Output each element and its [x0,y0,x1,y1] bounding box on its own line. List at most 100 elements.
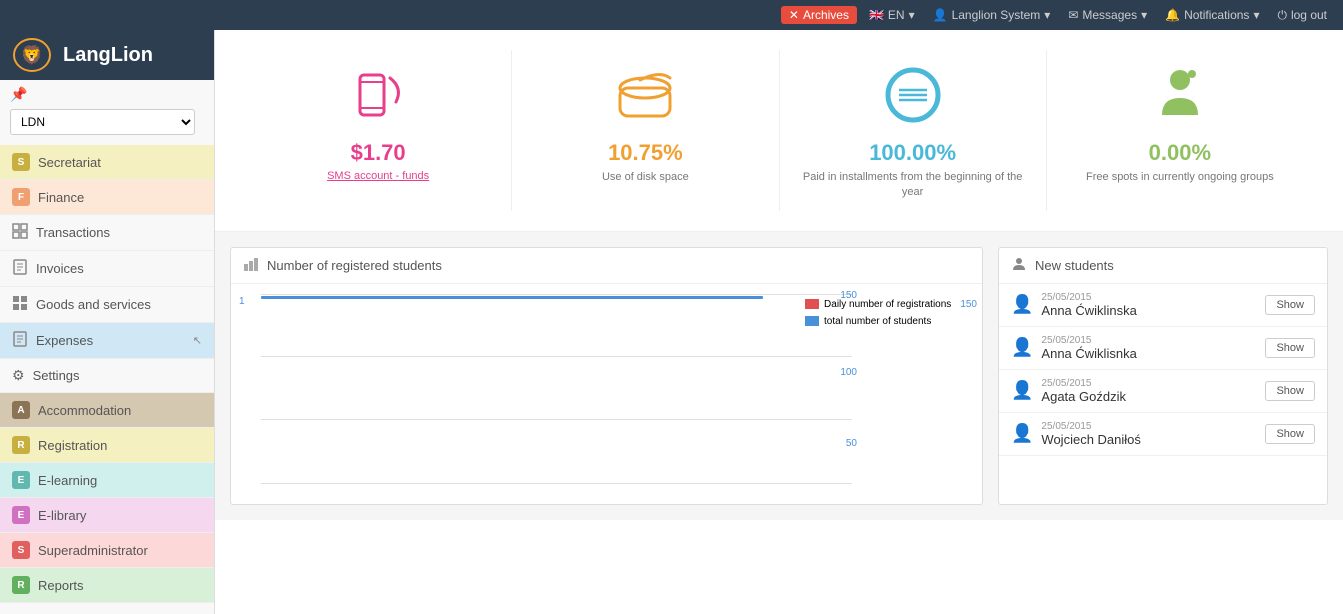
disk-value: 10.75% [608,140,683,166]
pin-icon[interactable]: 📌 [10,86,27,103]
student-info: 25/05/2015 Agata Goździk [1041,378,1257,404]
legend-daily: Daily number of registrations 150 [805,299,977,310]
sidebar-item-registration[interactable]: R Registration [0,428,214,463]
registrations-chart-panel: Number of registered students 1 [230,247,983,505]
user-icon: 👤 [933,8,948,22]
registration-badge: R [12,436,30,454]
spots-value: 0.00% [1149,140,1211,166]
legend-daily-label: Daily number of registrations [824,299,951,310]
sidebar-item-label: Registration [38,438,107,453]
y-val-50: 50 [846,438,857,449]
elearning-badge: E [12,471,30,489]
student-name: Anna Ćwiklinska [1041,303,1257,318]
student-avatar-icon: 👤 [1011,380,1033,401]
superadmin-badge: S [12,541,30,559]
logout-button[interactable]: ⏻ log out [1271,6,1333,25]
student-date: 25/05/2015 [1041,335,1257,346]
show-button-1[interactable]: Show [1265,338,1315,358]
gridline-top [261,294,852,295]
goods-icon [12,295,28,314]
chart-legend: Daily number of registrations 150 total … [805,299,977,327]
archives-button[interactable]: ✕ Archives [781,6,857,24]
envelope-icon: ✉ [1068,8,1078,22]
stat-installments: 100.00% Paid in installments from the be… [780,50,1047,211]
logo-svg: 🦁 [10,35,55,75]
notifications-menu[interactable]: 🔔 Notifications ▾ [1159,6,1265,24]
sidebar-item-elearning[interactable]: E E-learning [0,463,214,498]
accommodation-badge: A [12,401,30,419]
show-button-3[interactable]: Show [1265,424,1315,444]
student-avatar-icon: 👤 [1011,337,1033,358]
expenses-icon [12,331,28,350]
sidebar-item-transactions[interactable]: Transactions [0,215,214,251]
chart-area [261,294,852,484]
student-info: 25/05/2015 Anna Ćwiklisnka [1041,335,1257,361]
show-button-2[interactable]: Show [1265,381,1315,401]
stats-row: $1.70 SMS account - funds 10.75% Use of … [215,30,1343,232]
disk-icon [605,60,685,130]
sidebar-item-label: Transactions [36,225,110,240]
svg-text:🦁: 🦁 [21,44,43,65]
transactions-icon [12,223,28,242]
invoices-icon [12,259,28,278]
sidebar-item-reports[interactable]: R Reports [0,568,214,603]
sidebar-item-label: Invoices [36,261,84,276]
sms-link[interactable]: SMS account - funds [327,170,429,182]
student-name: Agata Goździk [1041,389,1257,404]
sidebar-item-accommodation[interactable]: A Accommodation [0,393,214,428]
students-header: New students [999,248,1327,284]
user-label: Langlion System [952,8,1041,22]
sidebar-item-label: Goods and services [36,297,151,312]
legend-total-color [805,316,819,326]
chart-icon [243,256,259,275]
show-button-0[interactable]: Show [1265,295,1315,315]
sidebar-logo: 🦁 LangLion [0,30,214,80]
installments-icon [873,60,953,130]
legend-total-label: total number of students [824,316,931,327]
disk-label: Use of disk space [602,170,689,185]
messages-label: Messages [1082,8,1137,22]
messages-menu[interactable]: ✉ Messages ▾ [1062,6,1153,24]
sms-value: $1.70 [351,140,406,166]
elibrary-badge: E [12,506,30,524]
student-item: 👤 25/05/2015 Anna Ćwiklinska Show [999,284,1327,327]
close-icon: ✕ [789,8,799,22]
charts-row: Number of registered students 1 [215,232,1343,520]
sidebar-item-secretariat[interactable]: S Secretariat [0,145,214,180]
chevron-down-icon: ▾ [1044,8,1050,22]
stat-disk: 10.75% Use of disk space [512,50,779,211]
stat-spots: 0.00% Free spots in currently ongoing gr… [1047,50,1313,211]
sidebar-item-goods[interactable]: Goods and services [0,287,214,323]
sidebar-item-finance[interactable]: F Finance [0,180,214,215]
chevron-down-icon: ▾ [1141,8,1147,22]
people-icon [1140,60,1220,130]
sidebar-item-elibrary[interactable]: E E-library [0,498,214,533]
sidebar-tools: 📌 [0,80,214,109]
sidebar-item-settings[interactable]: ⚙ Settings [0,359,214,393]
legend-daily-color [805,299,819,309]
power-icon: ⏻ [1277,8,1287,23]
sidebar-item-label: Secretariat [38,155,101,170]
sidebar-item-expenses[interactable]: Expenses ↖ [0,323,214,359]
content-area: $1.70 SMS account - funds 10.75% Use of … [215,30,1343,614]
finance-badge: F [12,188,30,206]
student-avatar-icon: 👤 [1011,423,1033,444]
legend-total: total number of students [805,316,977,327]
chart-header: Number of registered students [231,248,982,284]
sidebar-item-superadmin[interactable]: S Superadministrator [0,533,214,568]
new-students-panel: New students 👤 25/05/2015 Anna Ćwiklinsk… [998,247,1328,505]
archives-label: Archives [803,8,849,22]
gridline-bottom [261,483,852,484]
sidebar-item-label: Superadministrator [38,543,148,558]
gridline-mid2 [261,419,852,420]
installments-label: Paid in installments from the beginning … [795,170,1031,201]
sidebar-item-invoices[interactable]: Invoices [0,251,214,287]
student-date: 25/05/2015 [1041,378,1257,389]
language-selector[interactable]: 🇬🇧 EN ▾ [863,6,921,24]
student-name: Wojciech Daniłoś [1041,432,1257,447]
user-menu[interactable]: 👤 Langlion System ▾ [927,6,1057,24]
student-avatar-icon: 👤 [1011,294,1033,315]
location-dropdown[interactable]: LDN [10,109,195,135]
lang-label: EN [888,8,905,22]
total-students-bar [261,296,763,299]
